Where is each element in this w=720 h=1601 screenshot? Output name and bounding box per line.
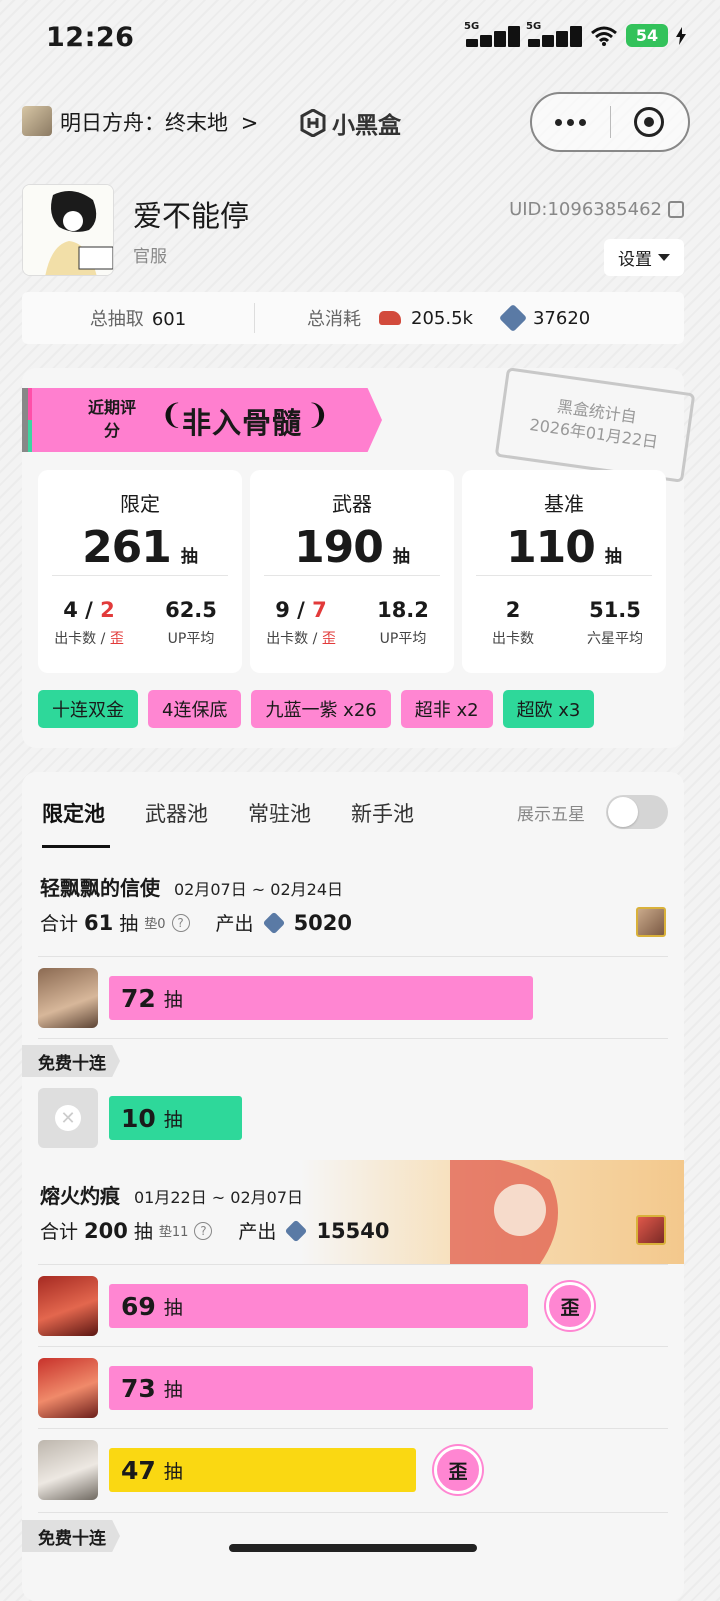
network-type-2: 5G <box>526 20 542 32</box>
chip[interactable]: 超欧 x3 <box>502 690 595 728</box>
pool-tabs: 限定池 武器池 常驻池 新手池 <box>42 798 414 828</box>
stat-weapon[interactable]: 武器 190 抽 9 / 7 出卡数 / 歪 18.2 UP平均 <box>250 470 454 673</box>
currency-icon <box>379 311 401 325</box>
laurel-left-icon: ❨ <box>160 398 184 431</box>
tab-limited[interactable]: 限定池 <box>42 798 105 828</box>
charging-icon <box>676 26 686 45</box>
signal-icon: 5G <box>464 21 520 47</box>
pull-bar[interactable]: 73 抽 <box>109 1366 533 1410</box>
stat-limited[interactable]: 限定 261 抽 4 / 2 出卡数 / 歪 62.5 UP平均 <box>38 470 242 673</box>
user-name: 爱不能停 <box>133 199 250 233</box>
total-cost: 总消耗 205.5k 37620 <box>255 303 684 333</box>
tab-standard[interactable]: 常驻池 <box>248 798 311 828</box>
pull-bar[interactable]: 72 抽 <box>109 976 533 1020</box>
cost-currency: 205.5k <box>411 307 473 329</box>
laurel-right-icon: ❩ <box>306 398 330 431</box>
pool-character-icon <box>636 907 666 937</box>
chevron-right-icon: > <box>240 111 259 135</box>
originium-icon <box>498 303 528 333</box>
game-switcher[interactable]: 明日方舟：终末地 > <box>60 107 258 137</box>
user-avatar[interactable] <box>22 184 114 276</box>
stat-standard[interactable]: 基准 110 抽 2 出卡数 51.5 六星平均 <box>462 470 666 673</box>
copy-icon[interactable] <box>668 201 684 218</box>
originium-icon <box>262 911 285 934</box>
pull-bar[interactable]: 10 抽 <box>109 1096 242 1140</box>
status-time: 12:26 <box>46 22 135 53</box>
off-banner-badge: 歪 <box>546 1282 594 1330</box>
summary-bar: 总抽取 601 总消耗 205.5k 37620 <box>22 292 684 344</box>
rating-value: 非入骨髓 <box>182 406 303 440</box>
character-avatar[interactable] <box>38 968 98 1028</box>
settings-label: 设置 <box>618 250 652 270</box>
tab-beginner[interactable]: 新手池 <box>351 798 414 828</box>
empty-avatar: ✕ <box>38 1088 98 1148</box>
character-avatar[interactable] <box>38 1276 98 1336</box>
settings-dropdown[interactable]: 设置 <box>604 239 684 276</box>
close-miniprogram-button[interactable] <box>611 94 689 150</box>
pool-stats: 合计 200 抽 垫11? 产出 15540 <box>40 1218 390 1244</box>
pull-bar[interactable]: 69 抽 <box>109 1284 528 1328</box>
pool-date: 01月22日 ~ 02月07日 <box>134 1188 304 1207</box>
character-avatar[interactable] <box>38 1440 98 1500</box>
chip[interactable]: 十连双金 <box>38 690 138 728</box>
more-button[interactable] <box>532 94 610 150</box>
pool-date: 02月07日 ~ 02月24日 <box>174 880 344 899</box>
pool-header: 熔火灼痕 01月22日 ~ 02月07日 <box>40 1180 303 1209</box>
originium-icon <box>285 1219 308 1242</box>
close-icon: ✕ <box>55 1105 81 1131</box>
server-name: 官服 <box>133 247 167 267</box>
signal-icon-2: 5G <box>526 21 582 47</box>
game-icon[interactable] <box>22 106 52 136</box>
pool-header: 轻飘飘的信使 02月07日 ~ 02月24日 <box>40 872 343 901</box>
chip[interactable]: 九蓝一紫 x26 <box>251 690 391 728</box>
brand-logo: 小黑盒 <box>300 106 401 140</box>
home-indicator[interactable] <box>229 1544 477 1552</box>
pool-name: 熔火灼痕 <box>40 1184 120 1208</box>
pool-character-icon <box>636 1215 666 1245</box>
total-pulls: 总抽取 601 <box>89 309 187 330</box>
free-ten-pull-tag: 免费十连 <box>22 1520 120 1552</box>
character-avatar[interactable] <box>38 1358 98 1418</box>
more-icon <box>555 118 587 126</box>
target-icon <box>634 107 665 137</box>
off-banner-badge: 歪 <box>434 1446 482 1494</box>
chip[interactable]: 超非 x2 <box>400 690 493 728</box>
rating-label: 近期评分 <box>88 398 137 440</box>
tab-weapon[interactable]: 武器池 <box>145 798 208 828</box>
caret-down-icon <box>658 254 670 261</box>
user-uid: UID:1096385462 <box>509 199 662 220</box>
brand-name: 小黑盒 <box>332 113 401 139</box>
show-5star-label: 展示五星 <box>517 805 585 825</box>
battery-icon: 54 <box>626 24 668 47</box>
tab-indicator <box>42 845 110 848</box>
game-title: 明日方舟：终末地 <box>60 111 228 135</box>
pull-bar[interactable]: 47 抽 <box>109 1448 416 1492</box>
show-5star-toggle[interactable] <box>606 795 668 829</box>
pool-banner-art <box>300 1160 684 1264</box>
wifi-icon <box>591 26 617 46</box>
chip[interactable]: 4连保底 <box>148 690 242 728</box>
status-icons: 5G 5G 54 <box>464 21 686 47</box>
heybox-logo-icon <box>300 109 326 137</box>
cost-originium: 37620 <box>532 307 591 329</box>
pool-stats: 合计 61 抽 垫0? 产出 5020 <box>40 910 353 936</box>
pool-name: 轻飘飘的信使 <box>40 876 160 900</box>
achievement-chips: 十连双金 4连保底 九蓝一紫 x26 超非 x2 超欧 x3 <box>38 690 595 728</box>
free-ten-pull-tag: 免费十连 <box>22 1045 120 1077</box>
help-icon[interactable]: ? <box>171 913 190 932</box>
miniprogram-capsule <box>530 92 690 152</box>
network-type: 5G <box>464 20 480 32</box>
help-icon[interactable]: ? <box>194 1221 213 1240</box>
